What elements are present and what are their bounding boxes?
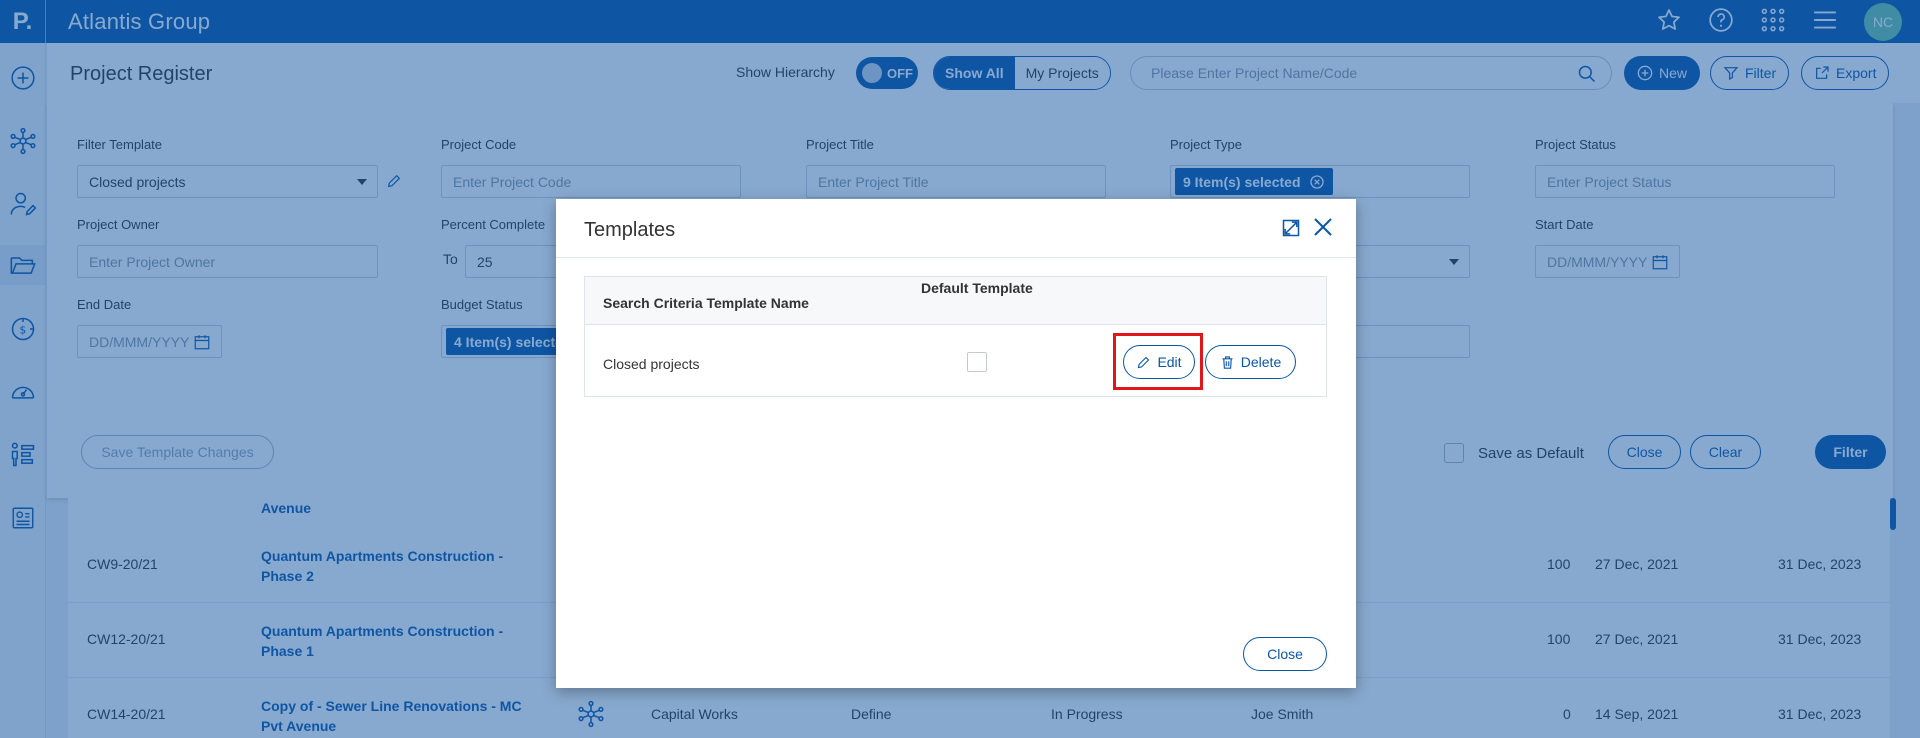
template-name-cell: Closed projects <box>603 356 700 372</box>
default-template-column-header: Default Template <box>921 280 1033 296</box>
expand-icon[interactable] <box>1281 218 1301 241</box>
modal-close-button[interactable]: Close <box>1243 637 1327 671</box>
default-template-checkbox[interactable] <box>967 352 987 372</box>
templates-grid: Search Criteria Template Name Default Te… <box>584 276 1327 397</box>
trash-icon <box>1222 355 1233 369</box>
close-icon[interactable] <box>1311 215 1335 242</box>
delete-button-label: Delete <box>1240 354 1282 370</box>
modal-divider <box>556 257 1356 258</box>
templates-modal: Templates Search Criteria Template Name … <box>556 199 1356 688</box>
edit-button-highlight <box>1113 333 1203 390</box>
template-name-column-header: Search Criteria Template Name <box>603 295 809 311</box>
delete-template-button[interactable]: Delete <box>1205 345 1296 379</box>
modal-title: Templates <box>584 219 676 241</box>
grid-header: Search Criteria Template Name Default Te… <box>585 277 1326 325</box>
